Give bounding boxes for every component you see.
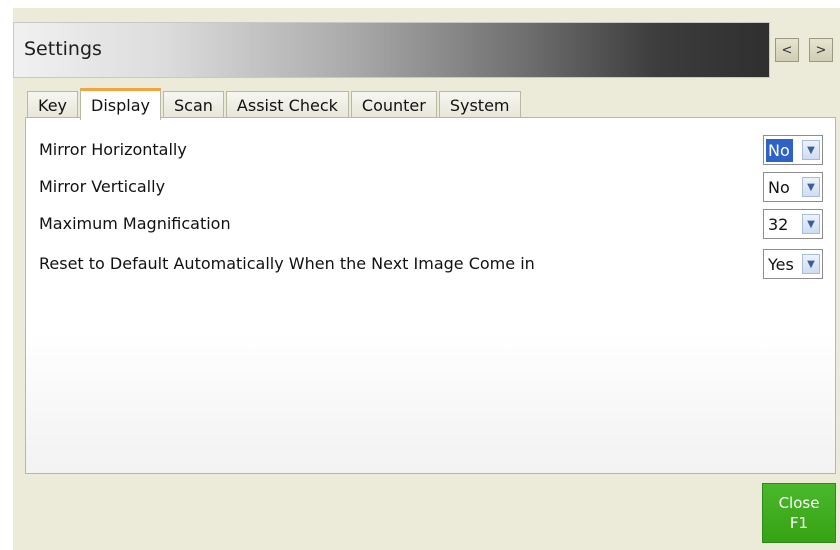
select-value: 32 bbox=[768, 215, 789, 234]
tab-label: System bbox=[449, 96, 510, 115]
tab-label: Counter bbox=[361, 96, 426, 115]
close-button-shortcut: F1 bbox=[789, 514, 809, 532]
window-title: Settings bbox=[24, 38, 102, 60]
select-value: No bbox=[766, 139, 793, 162]
close-button[interactable]: Close F1 bbox=[762, 483, 836, 543]
select-value: No bbox=[768, 178, 790, 197]
tab-system[interactable]: System bbox=[438, 91, 521, 119]
close-button-label: Close bbox=[778, 494, 820, 512]
chevron-down-icon[interactable]: ▼ bbox=[802, 140, 820, 160]
setting-label: Maximum Magnification bbox=[39, 214, 231, 233]
select-value: Yes bbox=[768, 255, 794, 274]
chevron-down-icon[interactable]: ▼ bbox=[802, 177, 820, 197]
tab-label: Display bbox=[91, 96, 150, 115]
mirror-horizontally-select[interactable]: No ▼ bbox=[763, 135, 823, 165]
tab-key[interactable]: Key bbox=[27, 91, 79, 119]
setting-label: Mirror Vertically bbox=[39, 177, 166, 196]
setting-row-reset-to-default: Reset to Default Automatically When the … bbox=[26, 247, 835, 283]
tab-counter[interactable]: Counter bbox=[350, 91, 437, 119]
tab-label: Key bbox=[38, 96, 68, 115]
display-settings-panel: Mirror Horizontally No ▼ Mirror Vertical… bbox=[25, 117, 836, 474]
previous-button[interactable]: < bbox=[775, 38, 799, 62]
setting-label: Reset to Default Automatically When the … bbox=[39, 254, 535, 273]
tab-scan[interactable]: Scan bbox=[163, 91, 224, 119]
chevron-down-icon[interactable]: ▼ bbox=[802, 254, 820, 274]
chevron-down-icon[interactable]: ▼ bbox=[802, 214, 820, 234]
setting-label: Mirror Horizontally bbox=[39, 140, 187, 159]
chevron-right-icon: > bbox=[815, 42, 827, 58]
tab-label: Scan bbox=[174, 96, 213, 115]
tab-label: Assist Check bbox=[236, 96, 338, 115]
setting-row-maximum-magnification: Maximum Magnification 32 ▼ bbox=[26, 207, 835, 243]
setting-row-mirror-horizontally: Mirror Horizontally No ▼ bbox=[26, 133, 835, 169]
chevron-left-icon: < bbox=[781, 42, 793, 58]
reset-to-default-select[interactable]: Yes ▼ bbox=[763, 249, 823, 279]
maximum-magnification-select[interactable]: 32 ▼ bbox=[763, 209, 823, 239]
tab-assist-check[interactable]: Assist Check bbox=[225, 91, 349, 119]
setting-row-mirror-vertically: Mirror Vertically No ▼ bbox=[26, 170, 835, 206]
settings-tabs: Key Display Scan Assist Check Counter Sy… bbox=[27, 87, 523, 120]
tab-display[interactable]: Display bbox=[80, 88, 161, 120]
title-bar: Settings bbox=[13, 22, 770, 78]
mirror-vertically-select[interactable]: No ▼ bbox=[763, 172, 823, 202]
next-button[interactable]: > bbox=[809, 38, 833, 62]
